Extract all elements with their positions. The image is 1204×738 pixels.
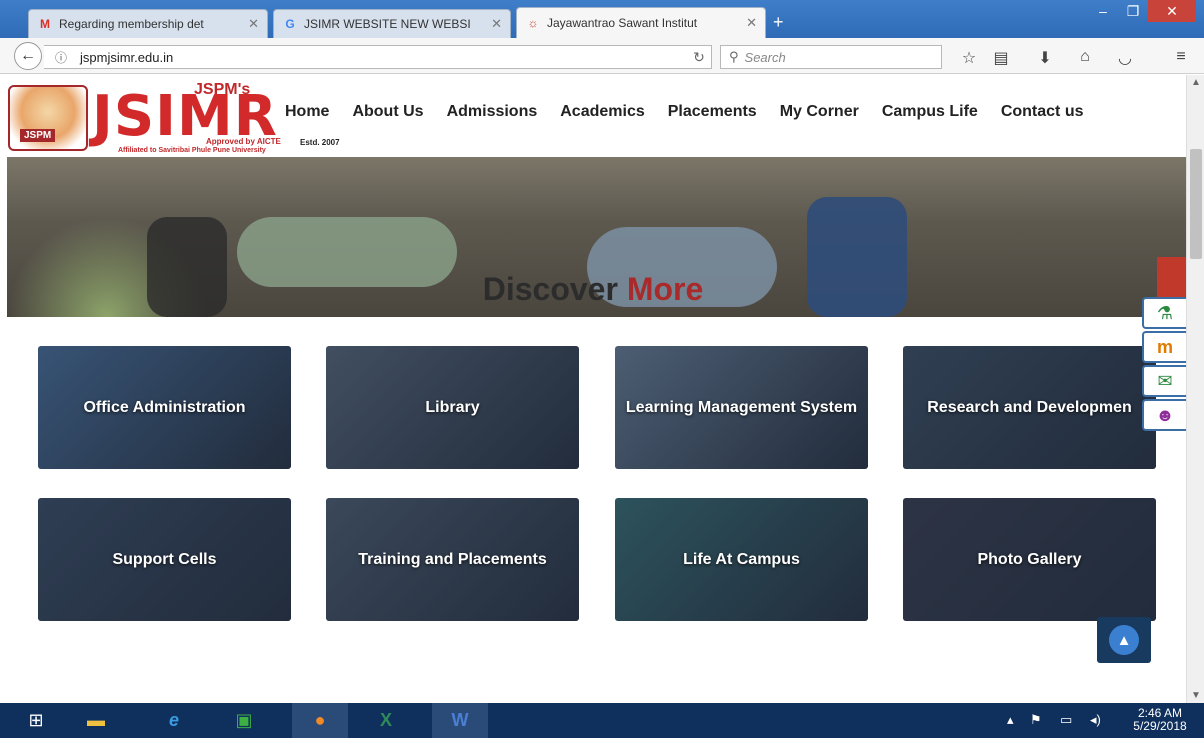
reader-icon[interactable]: ▤ bbox=[990, 48, 1012, 68]
card-training-and-placements[interactable]: Training and Placements bbox=[326, 498, 579, 621]
scrollbar-thumb[interactable] bbox=[1190, 149, 1202, 259]
scroll-down-icon[interactable]: ▼ bbox=[1187, 690, 1204, 701]
internet-explorer-icon[interactable]: e bbox=[150, 703, 198, 738]
info-icon[interactable]: ⓘ bbox=[50, 49, 72, 66]
logo-affiliation: Affiliated to Savitribai Phule Pune Univ… bbox=[118, 147, 266, 154]
site-icon: ☼ bbox=[527, 16, 539, 30]
home-icon[interactable]: ⌂ bbox=[1074, 48, 1096, 66]
pocket-icon[interactable]: ◡ bbox=[1114, 48, 1136, 68]
excel-icon[interactable]: X bbox=[362, 703, 410, 738]
minimize-icon[interactable]: ‒ bbox=[1088, 0, 1118, 22]
network-icon[interactable]: ▭ bbox=[1060, 712, 1072, 728]
floating-side-icons: ⚗ m ✉ ☻ bbox=[1142, 297, 1186, 433]
word-icon[interactable]: W bbox=[432, 703, 488, 738]
tray-arrow-icon[interactable]: ▴ bbox=[1007, 712, 1014, 728]
tab-jsimr[interactable]: ☼ Jayawantrao Sawant Institut ✕ bbox=[516, 7, 766, 38]
menu-item-contact-us[interactable]: Contact us bbox=[1001, 103, 1084, 121]
discover-heading: Discover More bbox=[0, 271, 1186, 308]
scroll-up-icon[interactable]: ▲ bbox=[1187, 77, 1204, 88]
card-label: Office Administration bbox=[83, 398, 246, 416]
tab-gmail[interactable]: M Regarding membership det ✕ bbox=[28, 9, 268, 38]
emblem-text: JSPM bbox=[20, 129, 56, 142]
card-label: Support Cells bbox=[112, 550, 217, 568]
menu-item-academics[interactable]: Academics bbox=[560, 103, 645, 121]
microscope-icon[interactable]: ⚗ bbox=[1142, 297, 1186, 329]
m-icon[interactable]: m bbox=[1142, 331, 1186, 363]
store-icon[interactable]: ▣ bbox=[220, 703, 268, 738]
discover-title-accent: More bbox=[626, 271, 704, 307]
scroll-to-top-button[interactable]: ▲ bbox=[1097, 617, 1151, 663]
volume-icon[interactable]: ◂) bbox=[1090, 712, 1101, 728]
card-label: Training and Placements bbox=[358, 550, 547, 568]
card-photo-gallery[interactable]: Photo Gallery bbox=[903, 498, 1156, 621]
close-icon[interactable]: ✕ bbox=[491, 16, 502, 32]
search-placeholder: Search bbox=[744, 49, 786, 65]
menu-item-home[interactable]: Home bbox=[285, 103, 329, 121]
gmail-icon: M bbox=[40, 17, 50, 31]
document-icon[interactable]: ✉ bbox=[1142, 365, 1186, 397]
main-menu: Home About Us Admissions Academics Place… bbox=[285, 103, 1107, 121]
close-icon[interactable]: ✕ bbox=[746, 15, 757, 31]
tab-bar: M Regarding membership det ✕ G JSIMR WEB… bbox=[0, 0, 1204, 38]
person-icon[interactable]: ☻ bbox=[1142, 399, 1186, 431]
clock-date: 5/29/2018 bbox=[1133, 719, 1187, 733]
card-office-administration[interactable]: Office Administration bbox=[38, 346, 291, 469]
download-icon[interactable]: ⬇ bbox=[1034, 48, 1056, 68]
windows-start-icon[interactable]: ⊞ bbox=[12, 703, 60, 738]
card-label: Library bbox=[425, 398, 480, 416]
taskbar: ⊞ ▬ e ▣ ● X W ▴ ⚑ ▭ ◂) 2:46 AM 5/29/2018 bbox=[0, 703, 1204, 738]
card-label: Learning Management System bbox=[625, 398, 858, 416]
back-arrow-icon[interactable]: ← bbox=[14, 42, 42, 70]
menu-item-campus-life[interactable]: Campus Life bbox=[882, 103, 978, 121]
card-life-at-campus[interactable]: Life At Campus bbox=[615, 498, 868, 621]
menu-item-placements[interactable]: Placements bbox=[668, 103, 757, 121]
card-support-cells[interactable]: Support Cells bbox=[38, 498, 291, 621]
url-bar[interactable]: ⓘ jspmjsimr.edu.in ↻ bbox=[44, 45, 712, 69]
card-learning-management-system[interactable]: Learning Management System bbox=[615, 346, 868, 469]
tab-google[interactable]: G JSIMR WEBSITE NEW WEBSI ✕ bbox=[273, 9, 511, 38]
file-explorer-icon[interactable]: ▬ bbox=[72, 703, 120, 738]
menu-item-about-us[interactable]: About Us bbox=[352, 103, 423, 121]
google-icon: G bbox=[285, 17, 295, 31]
nav-bar: ← ⓘ jspmjsimr.edu.in ↻ ⚲ Search ☆ ▤ ⬇ ⌂ … bbox=[0, 38, 1204, 74]
card-label: Research and Developmen bbox=[927, 398, 1132, 416]
discover-title: Discover bbox=[482, 271, 618, 307]
web-page: JSPM JSPM's JSIMR Approved by AICTE Estd… bbox=[0, 75, 1186, 703]
menu-icon[interactable]: ≡ bbox=[1170, 48, 1192, 66]
tab-title: Jayawantrao Sawant Institut bbox=[547, 16, 698, 30]
tab-title: JSIMR WEBSITE NEW WEBSI bbox=[304, 17, 471, 31]
site-header: JSPM JSPM's JSIMR Approved by AICTE Estd… bbox=[0, 75, 1186, 157]
reload-icon[interactable]: ↻ bbox=[687, 49, 711, 66]
logo-approved: Approved by AICTE bbox=[206, 137, 281, 146]
flag-icon[interactable]: ⚑ bbox=[1030, 712, 1042, 728]
new-tab-button[interactable]: + bbox=[773, 12, 784, 33]
close-window-icon[interactable]: ✕ bbox=[1148, 0, 1196, 22]
menu-item-admissions[interactable]: Admissions bbox=[447, 103, 538, 121]
firefox-icon[interactable]: ● bbox=[292, 703, 348, 738]
card-library[interactable]: Library bbox=[326, 346, 579, 469]
bookmark-star-icon[interactable]: ☆ bbox=[958, 48, 980, 68]
tab-title: Regarding membership det bbox=[59, 17, 204, 31]
url-text: jspmjsimr.edu.in bbox=[80, 49, 174, 65]
arrow-up-icon: ▲ bbox=[1109, 625, 1139, 655]
clock[interactable]: 2:46 AM 5/29/2018 bbox=[1120, 707, 1200, 733]
card-label: Photo Gallery bbox=[977, 550, 1082, 568]
maximize-icon[interactable]: ❐ bbox=[1118, 0, 1148, 22]
search-icon: ⚲ bbox=[729, 49, 739, 64]
card-research-and-development[interactable]: Research and Developmen bbox=[903, 346, 1156, 469]
logo-estd: Estd. 2007 bbox=[300, 138, 340, 147]
card-label: Life At Campus bbox=[683, 550, 800, 568]
search-input[interactable]: ⚲ Search bbox=[720, 45, 942, 69]
close-icon[interactable]: ✕ bbox=[248, 16, 259, 32]
menu-item-my-corner[interactable]: My Corner bbox=[780, 103, 859, 121]
vertical-scrollbar[interactable]: ▲ ▼ bbox=[1186, 75, 1204, 703]
